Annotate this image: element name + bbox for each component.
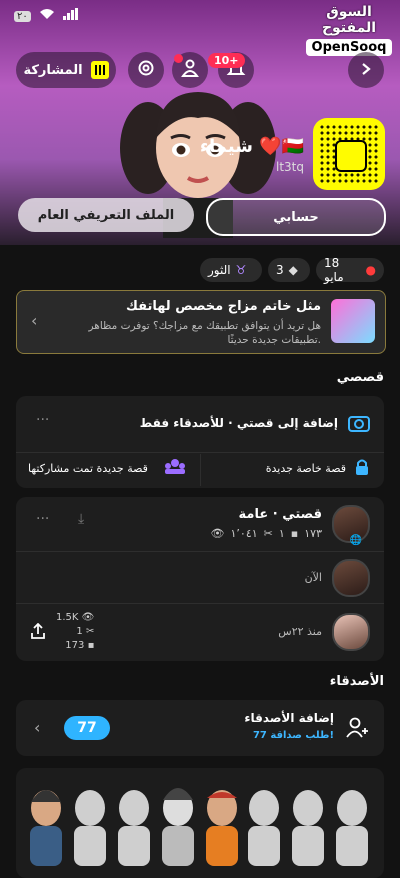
watermark-logo: السوق المفتوح OpenSooq [302,4,396,56]
snap-time-now: الآن [304,571,322,584]
globe-icon: 🌐 [349,535,362,546]
snap-replies: 173 [65,640,85,651]
my-story-title[interactable]: قصتي · عامة [239,507,322,522]
story-snap-thumbnail[interactable] [332,613,370,651]
ghost-icon: ◆ [288,263,298,277]
balloon-icon: ● [365,263,376,277]
share-button[interactable]: المشاركة [16,52,116,88]
friends-section-title: الأصدقاء [329,674,384,689]
friend-requests-text: 77 طلب صداقة! [252,730,334,741]
download-icon[interactable]: ⤓ [78,511,84,527]
add-to-story[interactable]: إضافة إلى قصتي · للأصدقاء فقط [140,416,338,430]
alert-dot [174,54,183,63]
wifi-icon [39,8,55,24]
my-story-card: 🌐 قصتي · عامة 👁 ١٬٠٤١ ✂ ١ ▪ ١٧٣ ⤓ ··· ال… [16,497,384,661]
more-options-icon[interactable]: ··· [36,412,49,428]
qr-icon [90,61,109,79]
zodiac-text: الثور [208,263,231,277]
new-private-story-button[interactable]: قصة خاصة جديدة [266,462,346,475]
theme-promo-card[interactable]: مثل خاتم مزاج مخصص لهاتفك هل تريد أن يتو… [16,290,386,354]
username: lt3tq [276,160,304,174]
status-badge: ٢٠ [14,10,31,22]
tab-my-account[interactable]: حسابي [206,198,386,236]
eye-icon: 👁 [81,612,95,623]
add-friends-label: إضافة الأصدقاء [244,711,334,725]
group-icon [164,458,186,478]
reply-icon: ▪ [290,527,299,540]
display-name: شيماء ❤️🇴🇲 [199,136,304,157]
friends-chip[interactable]: 3 ◆ [268,258,310,282]
snap-time-ago: منذ ٢٢س [278,625,322,638]
zodiac-chip[interactable]: الثور ♉ [200,258,262,282]
birthday-chip[interactable]: 18 مايو ● [316,256,384,284]
snap-screenshots: 1 [76,626,83,637]
share-label: المشاركة [23,62,83,78]
screenshot-icon: ✂ [263,527,273,540]
divider [16,452,384,453]
reply-icon: ▪ [87,640,95,651]
stories-actions-card: إضافة إلى قصتي · للأصدقاء فقط ··· قصة خا… [16,396,384,488]
story-replies: ١٧٣ [304,527,322,540]
ghost-icon [335,140,367,172]
snapcode[interactable] [313,118,385,190]
stories-section-title: قصصي [336,370,384,385]
logo-english: OpenSooq [305,39,393,56]
tab-public-profile[interactable]: الملف التعريفي العام [18,198,194,232]
chevron-left-icon: ‹ [34,718,41,737]
story-snap-thumbnail[interactable] [332,559,370,597]
story-stats: 👁 ١٬٠٤١ ✂ ١ ▪ ١٧٣ [211,527,322,540]
add-friends-card[interactable]: إضافة الأصدقاء 77 طلب صداقة! 77 ‹ [16,700,384,756]
status-bar: ٢٠ [14,8,79,24]
divider-vertical [200,454,201,486]
chevron-right-icon [359,61,373,80]
story-views: ١٬٠٤١ [230,527,258,540]
add-friend-icon [346,717,370,743]
friends-silhouettes [30,788,368,866]
story-screenshots: ١ [278,527,285,540]
friends-bitmoji-strip[interactable] [16,768,384,878]
theme-preview-image [331,299,375,343]
notification-count-badge: 10+ [208,53,245,68]
birthday-text: 18 مايو [324,256,344,284]
promo-title: مثل خاتم مزاج مخصص لهاتفك [126,299,321,314]
friend-requests-badge: 77 [64,716,110,740]
promo-body: هل تريد أن يتوافق تطبيقك مع مزاجك؟ توفرت… [88,320,321,346]
forward-button[interactable] [348,52,384,88]
screenshot-icon: ✂ [85,626,95,637]
more-options-icon[interactable]: ··· [36,511,49,527]
snap-views: 1.5K [56,612,79,623]
new-shared-story-button[interactable]: قصة جديدة تمت مشاركتها [28,462,148,475]
signal-icon [62,8,79,24]
divider [16,603,384,604]
lock-icon [354,458,370,480]
eye-icon: 👁 [210,527,225,540]
taurus-icon: ♉ [235,263,247,277]
snap-stats: 1.5K 👁 1 ✂ 173 ▪ [56,611,94,653]
friends-count: 3 [276,263,284,277]
camera-icon[interactable] [348,414,370,436]
divider [16,551,384,552]
share-icon[interactable] [30,622,46,643]
logo-arabic: السوق المفتوح [321,4,377,36]
chevron-left-icon: ‹ [31,311,38,330]
